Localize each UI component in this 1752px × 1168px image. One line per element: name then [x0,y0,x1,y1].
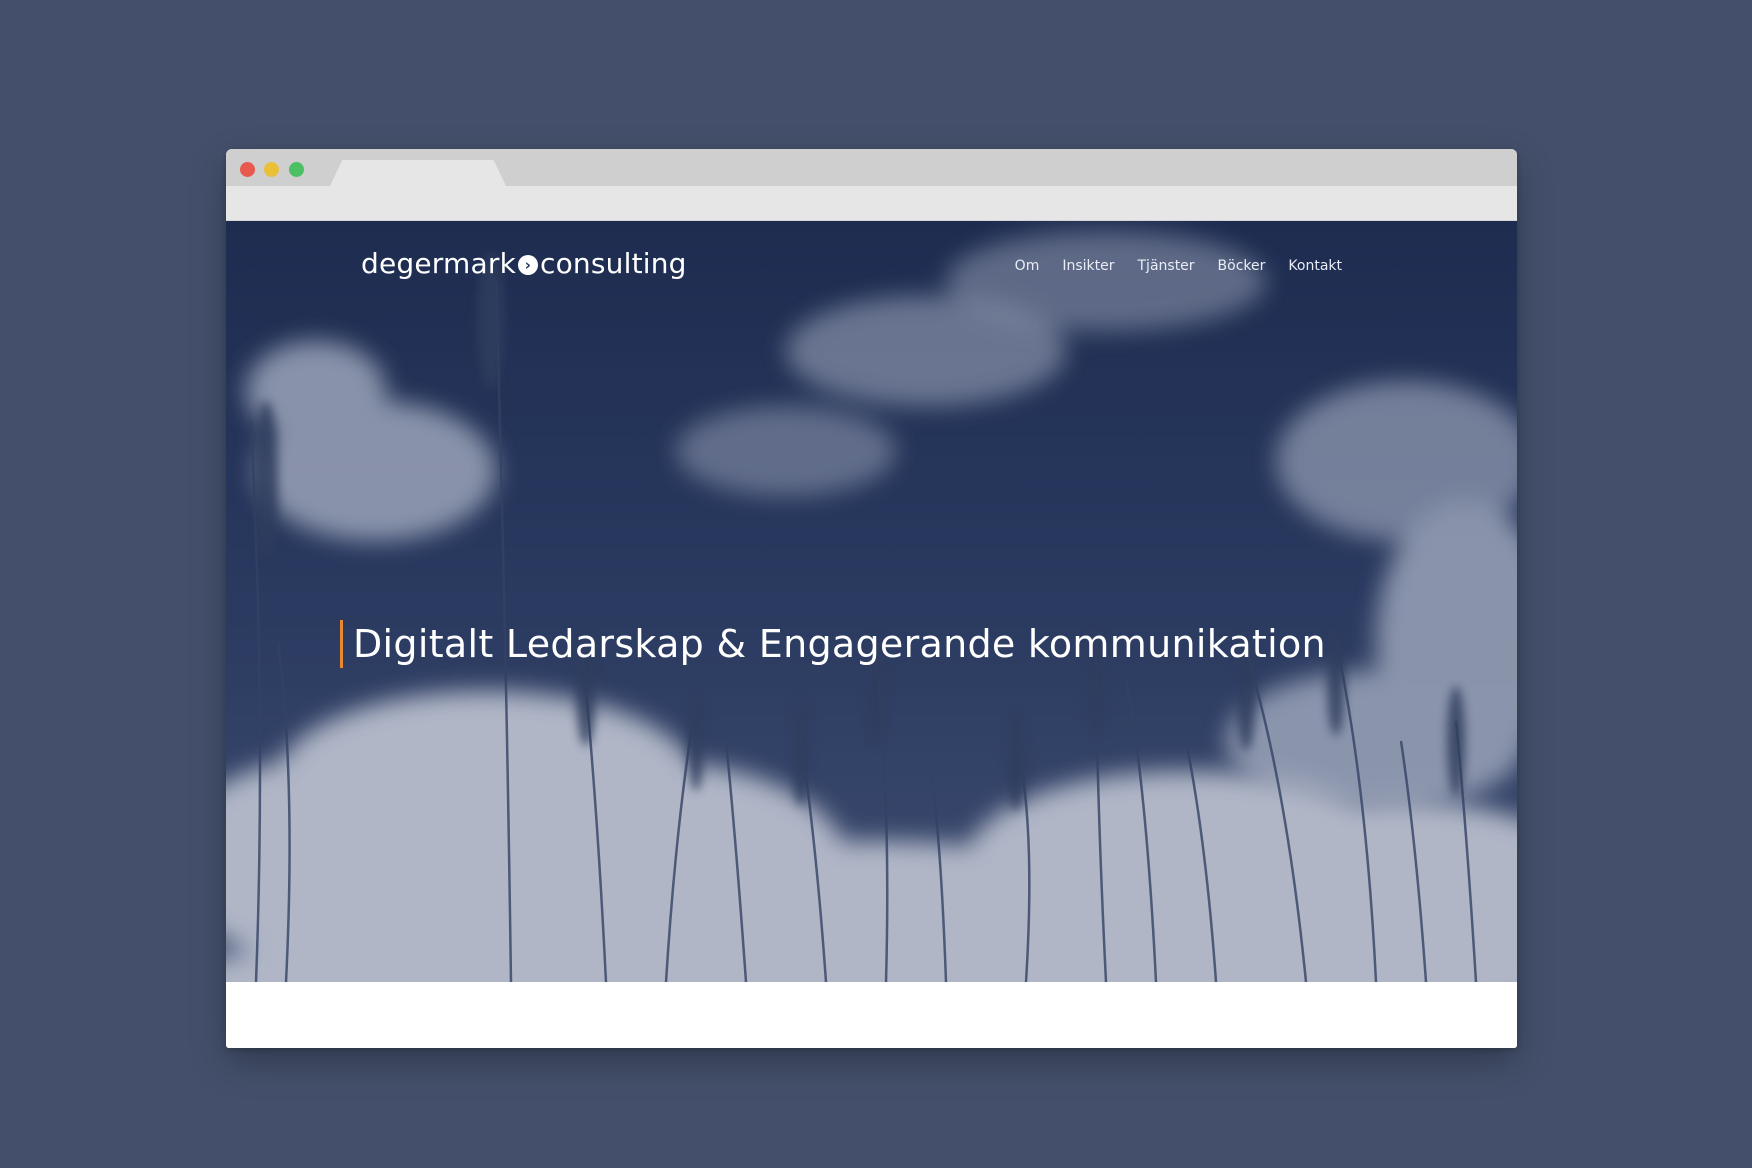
close-window-button[interactable] [240,162,255,177]
browser-toolbar [226,186,1517,221]
browser-tab[interactable] [330,160,506,186]
browser-tab-bar [226,149,1517,186]
nav-item-tjanster[interactable]: Tjänster [1138,258,1195,274]
logo-text-left: degermark [361,247,516,280]
minimize-window-button[interactable] [264,162,279,177]
logo-text-right: consulting [539,247,687,280]
hero-headline-block: Digitalt Ledarskap & Engagerande kommuni… [340,620,1326,668]
hero-background-image [226,221,1517,982]
page-content-area [226,982,1517,1048]
nav-item-bocker[interactable]: Böcker [1218,258,1266,274]
hero-section: degermark › consulting Om Insikter Tjäns… [226,221,1517,982]
hero-headline: Digitalt Ledarskap & Engagerande kommuni… [353,622,1326,666]
browser-window: degermark › consulting Om Insikter Tjäns… [226,149,1517,1048]
nav-item-om[interactable]: Om [1015,258,1040,274]
headline-accent-bar [340,620,343,668]
nav-item-kontakt[interactable]: Kontakt [1288,258,1342,274]
maximize-window-button[interactable] [289,162,304,177]
chevron-right-icon: › [517,255,538,275]
main-nav: Om Insikter Tjänster Böcker Kontakt [1015,258,1342,274]
site-logo[interactable]: degermark › consulting [361,247,687,280]
nav-item-insikter[interactable]: Insikter [1062,258,1114,274]
